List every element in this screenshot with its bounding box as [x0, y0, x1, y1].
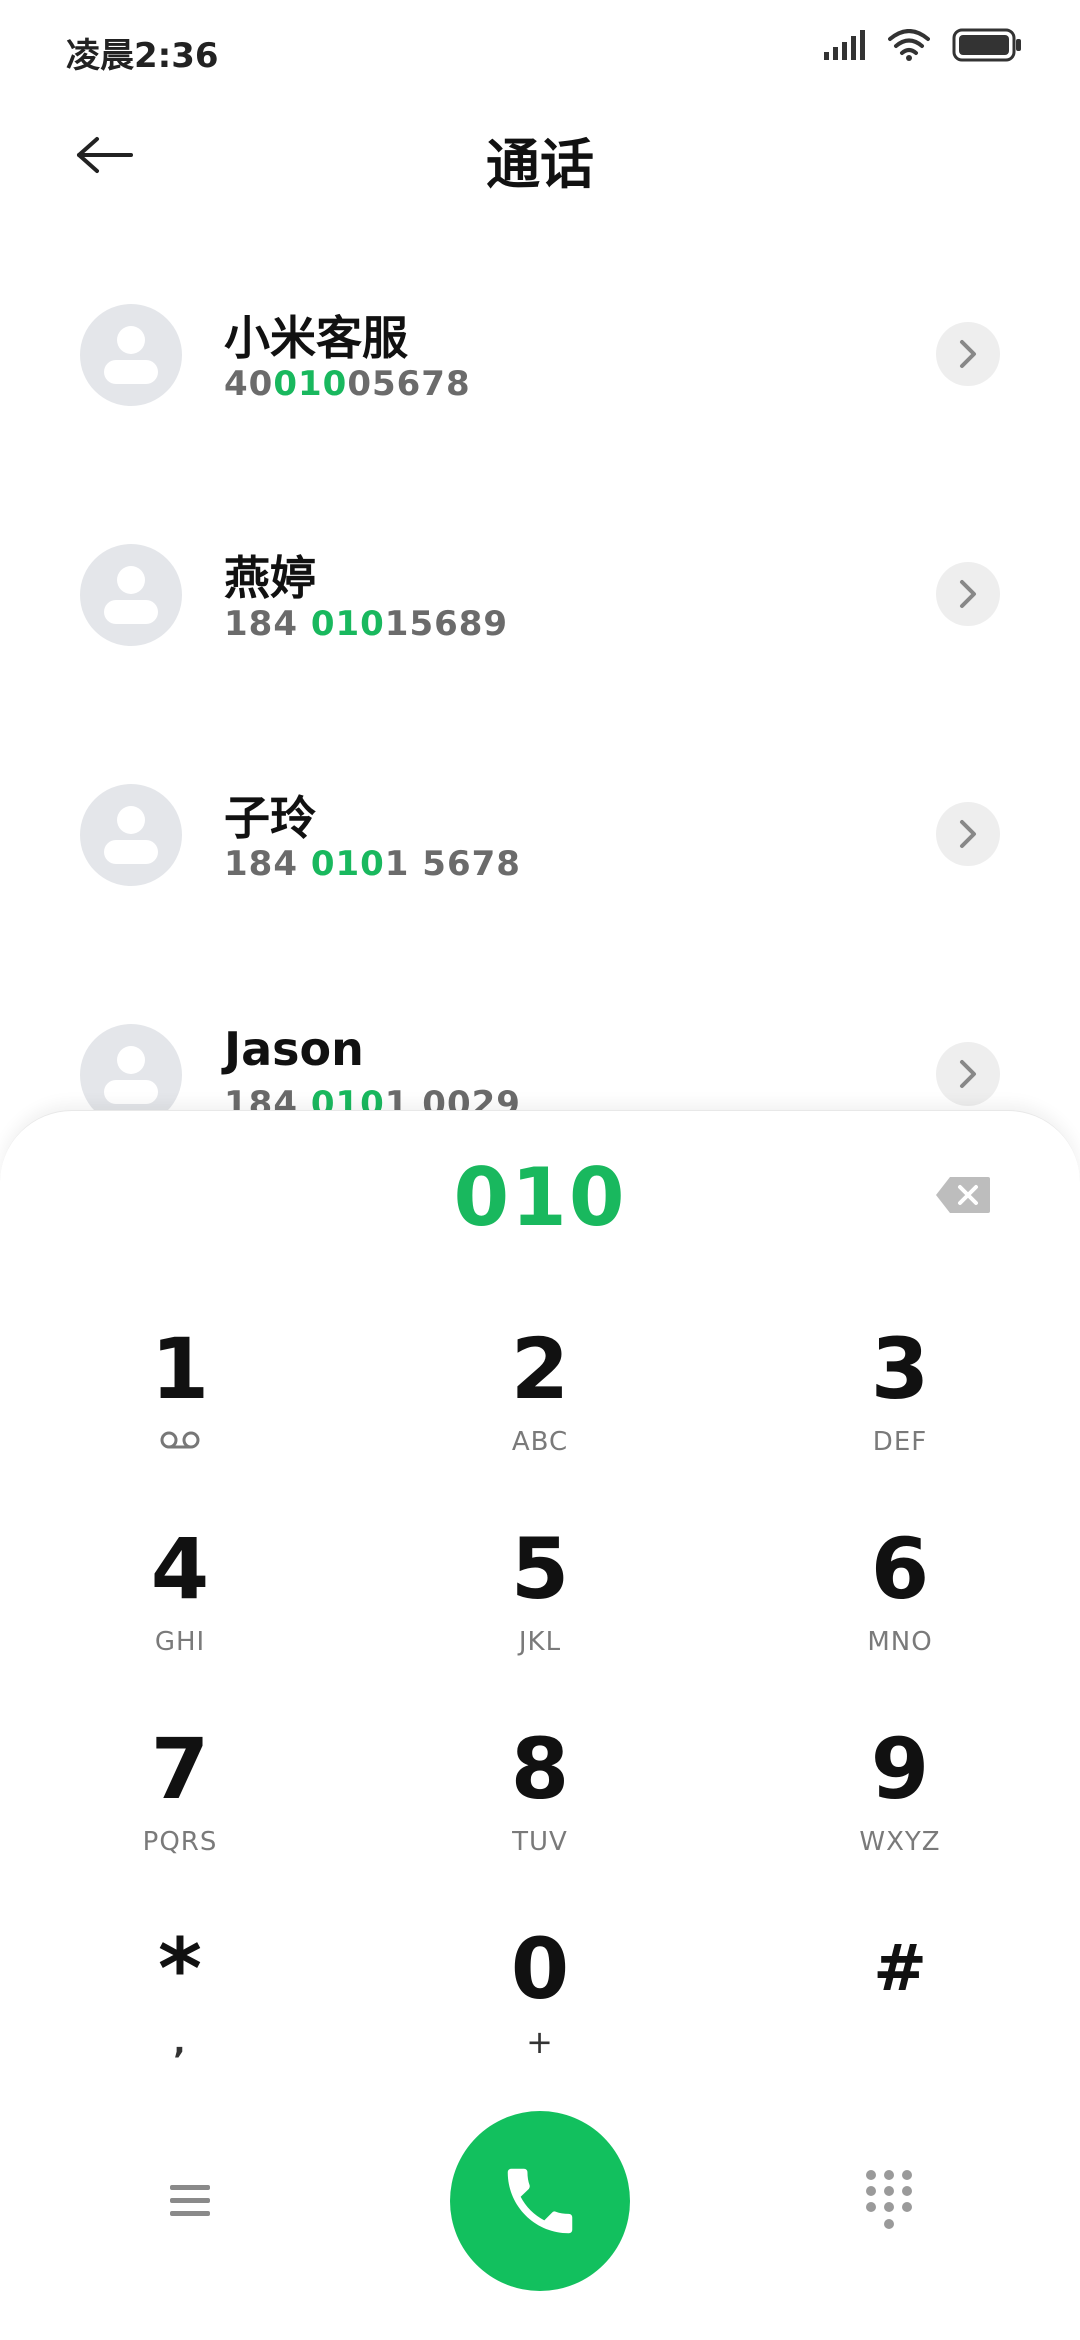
avatar — [80, 1024, 182, 1114]
contact-list: 小米客服 4001005678 燕婷 184 01015689 子玲 184 0… — [0, 234, 1080, 1114]
page-title: 通话 — [486, 133, 594, 196]
contact-detail-button[interactable] — [936, 562, 1000, 626]
backspace-icon — [936, 1177, 990, 1213]
number-match: 010 — [310, 844, 385, 884]
key-9[interactable]: 9 WXYZ — [780, 1721, 1020, 1901]
chevron-right-icon — [960, 1060, 976, 1088]
voicemail-icon — [160, 1431, 200, 1449]
avatar — [80, 304, 182, 406]
phone-icon — [507, 2168, 573, 2234]
key-6[interactable]: 6 MNO — [780, 1521, 1020, 1701]
contact-detail-button[interactable] — [936, 802, 1000, 866]
contact-name: 小米客服 — [224, 311, 408, 365]
avatar — [80, 544, 182, 646]
contact-row[interactable]: 子玲 184 0101 5678 — [0, 714, 1080, 954]
key-5[interactable]: 5 JKL — [420, 1521, 660, 1701]
contact-detail-button[interactable] — [936, 1042, 1000, 1106]
contact-name: 子玲 — [224, 791, 316, 845]
key-2[interactable]: 2 ABC — [420, 1321, 660, 1501]
dialer-actions — [0, 2101, 1080, 2301]
chevron-right-icon — [960, 820, 976, 848]
signal-icon — [824, 30, 865, 60]
status-time: 凌晨2:36 — [66, 36, 219, 76]
backspace-button[interactable] — [934, 1175, 992, 1215]
dialer-panel: 010 1 2 ABC 3 DEF 4 GHI 5 JKL 6 MNO 7 PQ… — [0, 1110, 1080, 2340]
key-1[interactable]: 1 — [60, 1321, 300, 1501]
contact-number: 4001005678 — [224, 364, 471, 404]
wifi-icon — [888, 29, 930, 61]
status-bar: 凌晨2:36 — [0, 0, 1080, 100]
key-7[interactable]: 7 PQRS — [60, 1721, 300, 1901]
chevron-right-icon — [960, 580, 976, 608]
key-3[interactable]: 3 DEF — [780, 1321, 1020, 1501]
menu-button[interactable] — [160, 2171, 220, 2231]
contact-row[interactable]: 燕婷 184 01015689 — [0, 474, 1080, 714]
contact-name: Jason — [224, 1022, 364, 1076]
number-match: 010 — [310, 604, 385, 644]
key-star[interactable]: * , — [60, 1921, 300, 2101]
avatar — [80, 784, 182, 886]
number-match: 010 — [273, 364, 348, 404]
key-0[interactable]: 0 + — [420, 1921, 660, 2101]
key-8[interactable]: 8 TUV — [420, 1721, 660, 1901]
contact-row[interactable]: Jason 184 0101 0029 — [0, 954, 1080, 1114]
battery-icon — [952, 28, 1021, 62]
contact-detail-button[interactable] — [936, 322, 1000, 386]
key-4[interactable]: 4 GHI — [60, 1521, 300, 1701]
dial-input[interactable]: 010 — [0, 1151, 1080, 1244]
contact-number: 184 01015689 — [224, 604, 509, 644]
app-header: 通话 — [0, 100, 1080, 210]
call-button[interactable] — [450, 2111, 630, 2291]
menu-icon — [170, 2185, 210, 2216]
chevron-right-icon — [960, 340, 976, 368]
contact-row[interactable]: 小米客服 4001005678 — [0, 234, 1080, 474]
contact-number: 184 0101 5678 — [224, 844, 521, 884]
contact-name: 燕婷 — [224, 551, 316, 605]
dialpad-icon — [866, 2170, 912, 2229]
status-icons — [824, 28, 1022, 62]
dialpad-toggle-button[interactable] — [862, 2167, 916, 2233]
key-hash[interactable]: # — [780, 1921, 1020, 2101]
